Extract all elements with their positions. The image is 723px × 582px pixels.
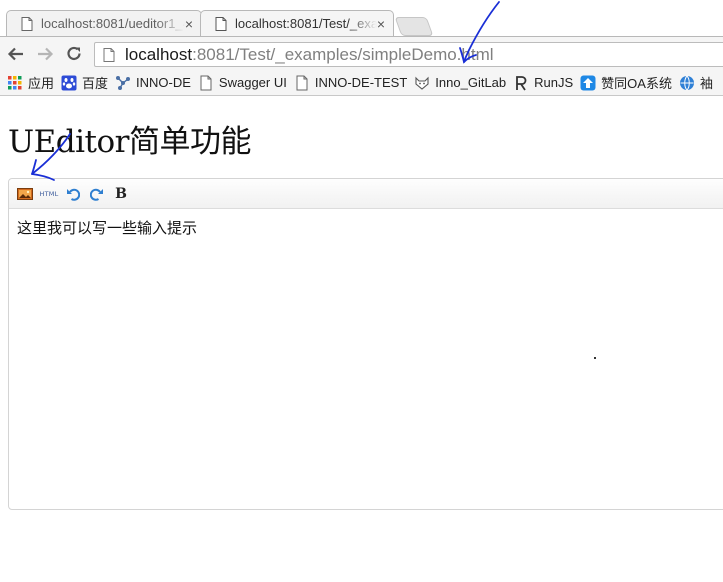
bookmark-truncated[interactable]: 袖	[679, 73, 713, 92]
tab-simple-demo[interactable]: localhost:8081/Test/_examples/simpleDemo…	[200, 10, 394, 36]
bookmark-label: INNO-DE-TEST	[314, 75, 408, 90]
bookmarks-bar: 应用 百度 INNO-DE Swagger UI INNO-DE-TEST In…	[0, 70, 723, 96]
stray-dot	[594, 357, 596, 359]
network-nodes-icon	[115, 75, 131, 91]
page-icon	[215, 16, 227, 31]
url-path: :8081/Test/_examples/simpleDemo.html	[192, 44, 494, 64]
page-icon	[103, 47, 115, 62]
tab-ueditor-index[interactable]: localhost:8081/ueditor1_4_3_3-utf8-jsp/i…	[6, 10, 202, 36]
oa-icon	[580, 75, 596, 91]
address-bar[interactable]: localhost:8081/Test/_examples/simpleDemo…	[94, 42, 723, 67]
reload-button[interactable]	[64, 44, 84, 64]
insert-image-button[interactable]	[15, 184, 35, 204]
gitlab-fox-icon	[414, 75, 430, 91]
bookmark-runjs[interactable]: RunJS	[513, 75, 573, 91]
editor-toolbar: HTML B	[9, 179, 723, 209]
bookmark-label: 袖	[699, 76, 713, 91]
arrow-right-icon	[38, 47, 54, 61]
editor-content-text: 这里我可以写一些输入提示	[17, 219, 198, 237]
tab-close-icon[interactable]: ×	[377, 16, 385, 32]
bookmark-oa-system[interactable]: 赞同OA系统	[580, 73, 672, 92]
bookmark-label: 百度	[82, 76, 109, 91]
bookmark-inno-de[interactable]: INNO-DE	[115, 75, 191, 91]
back-button[interactable]	[6, 44, 26, 64]
page-icon	[198, 75, 214, 91]
page-icon	[294, 75, 310, 91]
redo-button[interactable]	[87, 184, 107, 204]
redo-icon	[90, 188, 103, 201]
baidu-paw-icon	[61, 75, 77, 91]
tab-title: localhost:8081/ueditor1_4_3_3-utf8-jsp/i…	[41, 16, 185, 31]
bookmark-swagger-ui[interactable]: Swagger UI	[198, 75, 287, 91]
browser-toolbar: localhost:8081/Test/_examples/simpleDemo…	[0, 36, 723, 70]
image-icon	[17, 187, 33, 200]
arrow-left-icon	[7, 47, 23, 61]
globe-icon	[679, 75, 695, 91]
url-host: localhost	[125, 44, 193, 64]
bookmark-inno-de-test[interactable]: INNO-DE-TEST	[294, 75, 407, 91]
reload-icon	[67, 46, 81, 61]
undo-button[interactable]	[63, 184, 83, 204]
bookmark-label: 赞同OA系统	[601, 76, 672, 91]
html-source-button[interactable]: HTML	[39, 184, 59, 204]
bookmark-apps[interactable]: 应用	[7, 73, 54, 92]
bookmark-label: 应用	[28, 76, 55, 91]
bookmark-baidu[interactable]: 百度	[61, 73, 108, 92]
runjs-icon	[513, 75, 529, 91]
page-icon	[21, 16, 33, 31]
bookmark-label: INNO-DE	[136, 75, 191, 90]
editor-content-area[interactable]: 这里我可以写一些输入提示	[9, 209, 723, 246]
apps-grid-icon	[7, 75, 23, 91]
bold-button[interactable]: B	[111, 184, 131, 204]
bookmark-inno-gitlab[interactable]: Inno_GitLab	[414, 75, 506, 91]
bookmark-label: Swagger UI	[218, 75, 287, 90]
tab-title: localhost:8081/Test/_examples/simpleDemo…	[235, 16, 377, 31]
tab-strip: localhost:8081/ueditor1_4_3_3-utf8-jsp/i…	[0, 0, 723, 36]
undo-icon	[67, 188, 80, 201]
bookmark-label: RunJS	[534, 75, 574, 90]
bookmark-label: Inno_GitLab	[435, 75, 507, 90]
tab-close-icon[interactable]: ×	[185, 16, 193, 32]
forward-button[interactable]	[35, 44, 55, 64]
ueditor-container: HTML B 这里我可以写一些输入提示	[8, 178, 723, 510]
page-title: UEditor简单功能	[8, 124, 251, 160]
new-tab-button[interactable]	[394, 17, 434, 36]
